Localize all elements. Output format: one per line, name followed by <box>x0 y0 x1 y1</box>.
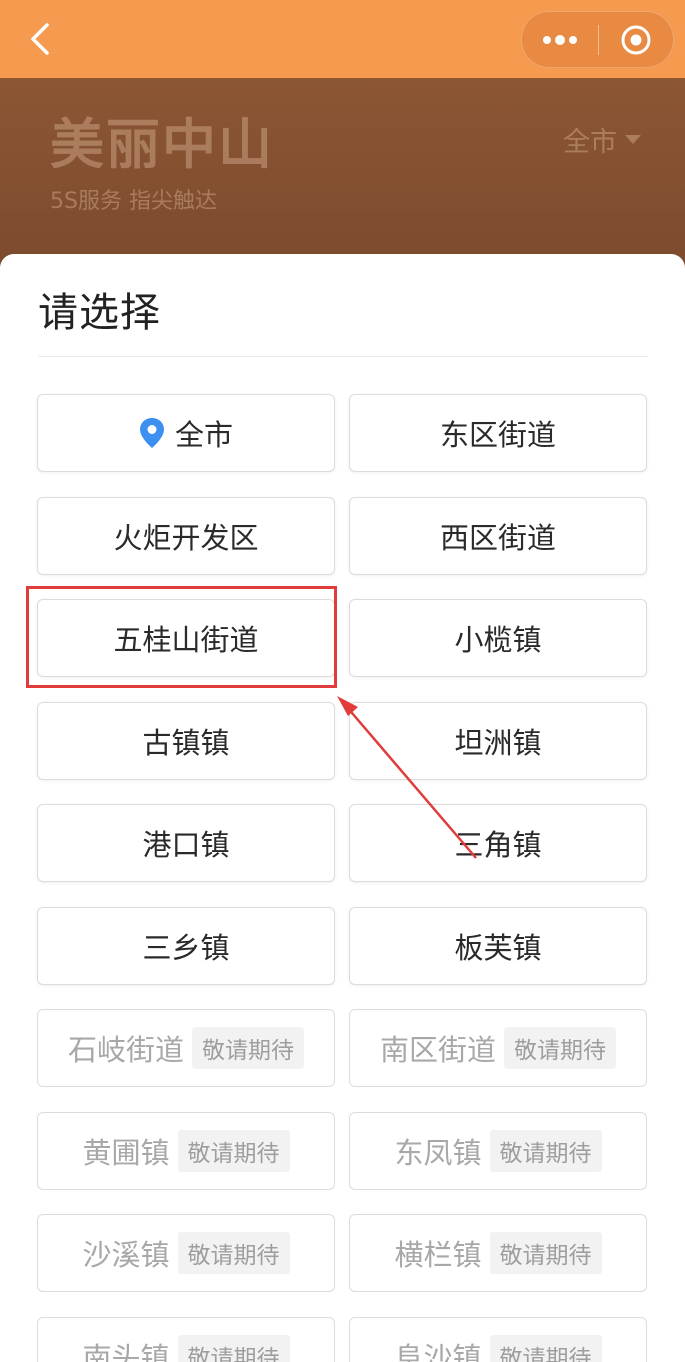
close-mini-program-button[interactable] <box>599 12 673 67</box>
region-option-label: 古镇镇 <box>142 726 230 760</box>
region-option[interactable]: 板芙镇 <box>349 907 647 985</box>
banner-title: 美丽中山 <box>50 113 274 176</box>
region-option[interactable]: 火炬开发区 <box>37 497 335 575</box>
region-option[interactable]: 港口镇 <box>37 804 335 882</box>
more-button[interactable] <box>522 12 598 67</box>
region-option[interactable]: 东区街道 <box>349 394 647 472</box>
region-option-label: 沙溪镇 <box>82 1238 170 1272</box>
banner-subtitle: 5S服务 指尖触达 <box>50 189 217 214</box>
region-option[interactable]: 三角镇 <box>349 804 647 882</box>
coming-soon-badge: 敬请期待 <box>177 1335 290 1362</box>
region-option: 阜沙镇 敬请期待 <box>349 1317 647 1362</box>
back-button[interactable] <box>18 14 62 64</box>
region-picker-sheet: 请选择 全市 东区街道 火炬开发区 西区街道 五桂山街道 小榄镇 古镇镇 坦洲镇 港口镇 三角镇三… <box>0 254 685 1362</box>
region-option-label: 横栏镇 <box>394 1238 482 1272</box>
region-option-label: 东凤镇 <box>394 1136 482 1170</box>
coming-soon-badge: 敬请期待 <box>192 1027 304 1069</box>
region-option: 黄圃镇 敬请期待 <box>37 1112 335 1190</box>
region-option-label: 三乡镇 <box>142 931 230 965</box>
annotation-highlight-box <box>26 586 337 688</box>
region-option: 沙溪镇 敬请期待 <box>37 1214 335 1292</box>
coming-soon-badge: 敬请期待 <box>489 1232 602 1274</box>
region-option-label: 西区街道 <box>439 521 556 555</box>
region-option-label: 南区街道 <box>379 1033 496 1067</box>
target-circle-icon <box>621 25 651 54</box>
region-option-label: 港口镇 <box>142 828 230 862</box>
page: 美丽中山 5S服务 指尖触达 全市 请选择 全市 东区街道 火炬开发区 西区街道 五桂山… <box>0 0 685 1362</box>
more-dots-icon <box>543 34 577 45</box>
mini-program-capsule <box>521 11 674 68</box>
chevron-left-icon <box>31 23 49 55</box>
region-option: 南区街道 敬请期待 <box>349 1009 647 1087</box>
region-option-label: 三角镇 <box>454 828 542 862</box>
region-option-label: 黄圃镇 <box>82 1136 170 1170</box>
region-option[interactable]: 西区街道 <box>349 497 647 575</box>
region-option[interactable]: 古镇镇 <box>37 702 335 780</box>
caret-down-icon <box>625 135 641 144</box>
coming-soon-badge: 敬请期待 <box>177 1232 290 1274</box>
region-option[interactable]: 小榄镇 <box>349 599 647 677</box>
city-selector: 全市 <box>563 120 641 159</box>
top-nav-bar <box>0 0 685 78</box>
region-option[interactable]: 坦洲镇 <box>349 702 647 780</box>
region-option-label: 阜沙镇 <box>394 1341 482 1362</box>
region-option-label: 火炬开发区 <box>113 521 259 555</box>
coming-soon-badge: 敬请期待 <box>504 1027 616 1069</box>
region-option[interactable]: 全市 <box>37 394 335 472</box>
region-option: 石岐街道 敬请期待 <box>37 1009 335 1087</box>
region-option-label: 石岐街道 <box>67 1033 184 1067</box>
region-option-label: 小榄镇 <box>454 623 542 657</box>
city-selector-label: 全市 <box>563 127 617 158</box>
coming-soon-badge: 敬请期待 <box>489 1335 602 1362</box>
region-option-label: 板芙镇 <box>454 931 542 965</box>
region-option[interactable]: 三乡镇 <box>37 907 335 985</box>
coming-soon-badge: 敬请期待 <box>489 1130 602 1172</box>
region-option-label: 全市 <box>174 418 233 452</box>
sheet-title: 请选择 <box>38 290 161 336</box>
region-option-label: 东区街道 <box>439 418 556 452</box>
region-option-label: 坦洲镇 <box>454 726 542 760</box>
divider <box>38 356 648 357</box>
region-option-label: 南头镇 <box>82 1341 170 1362</box>
region-option: 东凤镇 敬请期待 <box>349 1112 647 1190</box>
region-option: 南头镇 敬请期待 <box>37 1317 335 1362</box>
location-pin-icon <box>139 417 165 449</box>
region-option: 横栏镇 敬请期待 <box>349 1214 647 1292</box>
coming-soon-badge: 敬请期待 <box>177 1130 290 1172</box>
